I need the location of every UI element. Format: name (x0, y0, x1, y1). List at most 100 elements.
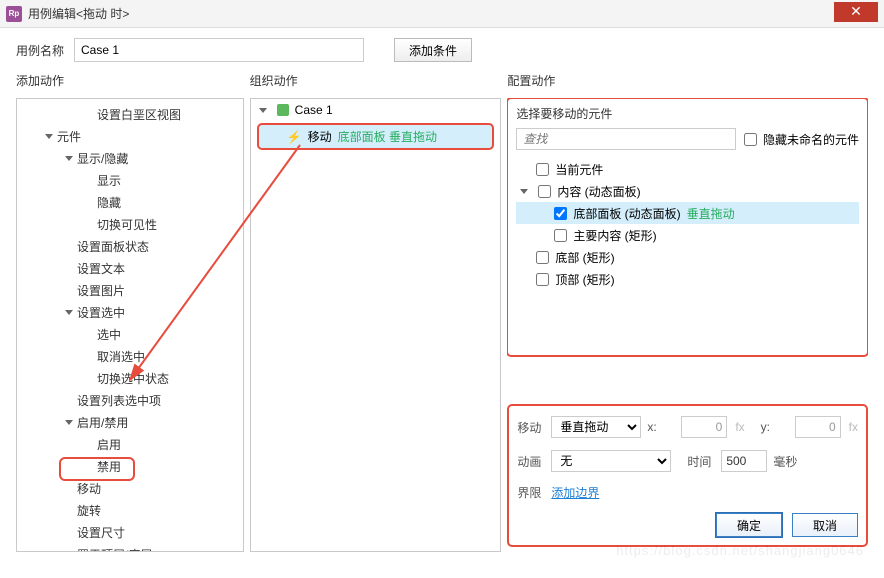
widget-tree: 当前元件内容 (动态面板) 底部面板 (动态面板) 垂直拖动主要内容 (矩形) 底部… (516, 158, 859, 290)
action-item[interactable]: 设置白垩区视图 (17, 103, 243, 125)
configure-panel: 选择要移动的元件 隐藏未命名的元件 当前元件内容 (动态面板) 底部面板 (动态面… (507, 98, 868, 552)
widget-checkbox[interactable] (554, 207, 567, 220)
organize-header: 组织动作 (250, 72, 502, 94)
widget-item[interactable]: 底部面板 (动态面板) 垂直拖动 (516, 202, 859, 224)
widget-item[interactable]: 顶部 (矩形) (516, 268, 859, 290)
action-item-label: 设置选中 (77, 304, 125, 321)
action-item-label: 隐藏 (97, 194, 121, 211)
action-item-label: 选中 (97, 326, 121, 343)
action-item[interactable]: 设置图片 (17, 279, 243, 301)
widget-checkbox[interactable] (536, 273, 549, 286)
case-row[interactable]: Case 1 (251, 99, 501, 121)
organize-column: 组织动作 Case 1 ⚡ 移动 底部面板 垂直拖动 (250, 72, 502, 552)
action-target: 底部面板 垂直拖动 (338, 128, 437, 145)
anim-label: 动画 (517, 453, 545, 470)
x-input[interactable] (681, 416, 727, 438)
widget-label: 主要内容 (矩形) (573, 227, 656, 244)
widget-label: 当前元件 (555, 161, 603, 178)
action-item-label: 切换选中状态 (97, 370, 169, 387)
action-item-label: 切换可见性 (97, 216, 157, 233)
y-label: y: (761, 420, 789, 434)
close-button[interactable]: ✕ (834, 2, 878, 22)
action-item-label: 设置列表选中项 (77, 392, 161, 409)
action-item[interactable]: 设置文本 (17, 257, 243, 279)
action-item[interactable]: 设置面板状态 (17, 235, 243, 257)
y-input[interactable] (795, 416, 841, 438)
widget-item[interactable]: 当前元件 (516, 158, 859, 180)
fx-x[interactable]: fx (735, 420, 744, 434)
action-item-label: 显示/隐藏 (77, 150, 128, 167)
action-item[interactable]: 设置尺寸 (17, 521, 243, 543)
widget-item[interactable]: 主要内容 (矩形) (516, 224, 859, 246)
cancel-button[interactable]: 取消 (792, 513, 858, 537)
case-label: Case 1 (295, 103, 333, 117)
x-label: x: (647, 420, 675, 434)
action-item-label: 设置文本 (77, 260, 125, 277)
hide-unnamed-checkbox[interactable] (744, 133, 757, 146)
action-item[interactable]: 取消选中 (17, 345, 243, 367)
action-item[interactable]: 显示/隐藏 (17, 147, 243, 169)
case-name-input[interactable] (74, 38, 364, 62)
widget-label: 内容 (动态面板) (557, 183, 640, 200)
action-item-label: 移动 (77, 480, 101, 497)
select-widget-title: 选择要移动的元件 (516, 105, 859, 122)
widget-suffix: 垂直拖动 (687, 205, 735, 222)
anim-type-select[interactable]: 无 (551, 450, 671, 472)
action-item[interactable]: 隐藏 (17, 191, 243, 213)
widget-item[interactable]: 内容 (动态面板) (516, 180, 859, 202)
widget-checkbox[interactable] (538, 185, 551, 198)
caret-icon (259, 108, 267, 113)
action-item-label: 设置白垩区视图 (97, 106, 181, 123)
action-item-label: 禁用 (97, 458, 121, 475)
action-row[interactable]: ⚡ 移动 底部面板 垂直拖动 (257, 123, 495, 150)
action-item[interactable]: 切换选中状态 (17, 367, 243, 389)
app-icon: Rp (6, 6, 22, 22)
organize-panel[interactable]: Case 1 ⚡ 移动 底部面板 垂直拖动 (250, 98, 502, 552)
action-item[interactable]: 设置列表选中项 (17, 389, 243, 411)
action-item[interactable]: 启用 (17, 433, 243, 455)
action-item[interactable]: 切换可见性 (17, 213, 243, 235)
add-actions-column: 添加动作 设置白垩区视图元件显示/隐藏显示隐藏切换可见性设置面板状态设置文本设置… (16, 72, 244, 552)
action-item[interactable]: 元件 (17, 125, 243, 147)
move-settings-box: 移动 垂直拖动 x: fx y: fx 动画 无 时间 毫秒 (507, 404, 868, 547)
add-actions-header: 添加动作 (16, 72, 244, 94)
search-input[interactable] (516, 128, 736, 150)
action-item[interactable]: 启用/禁用 (17, 411, 243, 433)
widget-checkbox[interactable] (536, 163, 549, 176)
caret-down-icon (65, 552, 73, 553)
ms-label: 毫秒 (773, 453, 797, 470)
action-item[interactable]: 显示 (17, 169, 243, 191)
action-item-label: 设置面板状态 (77, 238, 149, 255)
caret-down-icon (65, 156, 73, 161)
action-item-label: 设置尺寸 (77, 524, 125, 541)
action-item[interactable]: 禁用 (17, 455, 243, 477)
action-tree-panel[interactable]: 设置白垩区视图元件显示/隐藏显示隐藏切换可见性设置面板状态设置文本设置图片设置选… (16, 98, 244, 552)
move-label: 移动 (517, 419, 545, 436)
hide-unnamed-row[interactable]: 隐藏未命名的元件 (744, 128, 859, 150)
widget-label: 顶部 (矩形) (555, 271, 614, 288)
action-item[interactable]: 旋转 (17, 499, 243, 521)
caret-down-icon (65, 420, 73, 425)
action-item-label: 置于顶层/底层 (77, 546, 152, 553)
add-condition-button[interactable]: 添加条件 (394, 38, 472, 62)
action-item[interactable]: 选中 (17, 323, 243, 345)
action-item-label: 元件 (57, 128, 81, 145)
widget-label: 底部面板 (动态面板) (573, 205, 680, 222)
action-item[interactable]: 置于顶层/底层 (17, 543, 243, 552)
fx-y[interactable]: fx (849, 420, 858, 434)
caret-down-icon (65, 310, 73, 315)
bounds-label: 界限 (517, 484, 545, 501)
widget-item[interactable]: 底部 (矩形) (516, 246, 859, 268)
case-icon (277, 104, 289, 116)
widget-checkbox[interactable] (554, 229, 567, 242)
ok-button[interactable]: 确定 (716, 513, 782, 537)
titlebar: Rp 用例编辑<拖动 时> ✕ (0, 0, 884, 28)
widget-checkbox[interactable] (536, 251, 549, 264)
action-item[interactable]: 设置选中 (17, 301, 243, 323)
move-type-select[interactable]: 垂直拖动 (551, 416, 641, 438)
action-item[interactable]: 移动 (17, 477, 243, 499)
hide-unnamed-label: 隐藏未命名的元件 (763, 131, 859, 148)
add-bounds-link[interactable]: 添加边界 (551, 484, 599, 501)
time-input[interactable] (721, 450, 767, 472)
caret-down-icon (520, 189, 528, 194)
